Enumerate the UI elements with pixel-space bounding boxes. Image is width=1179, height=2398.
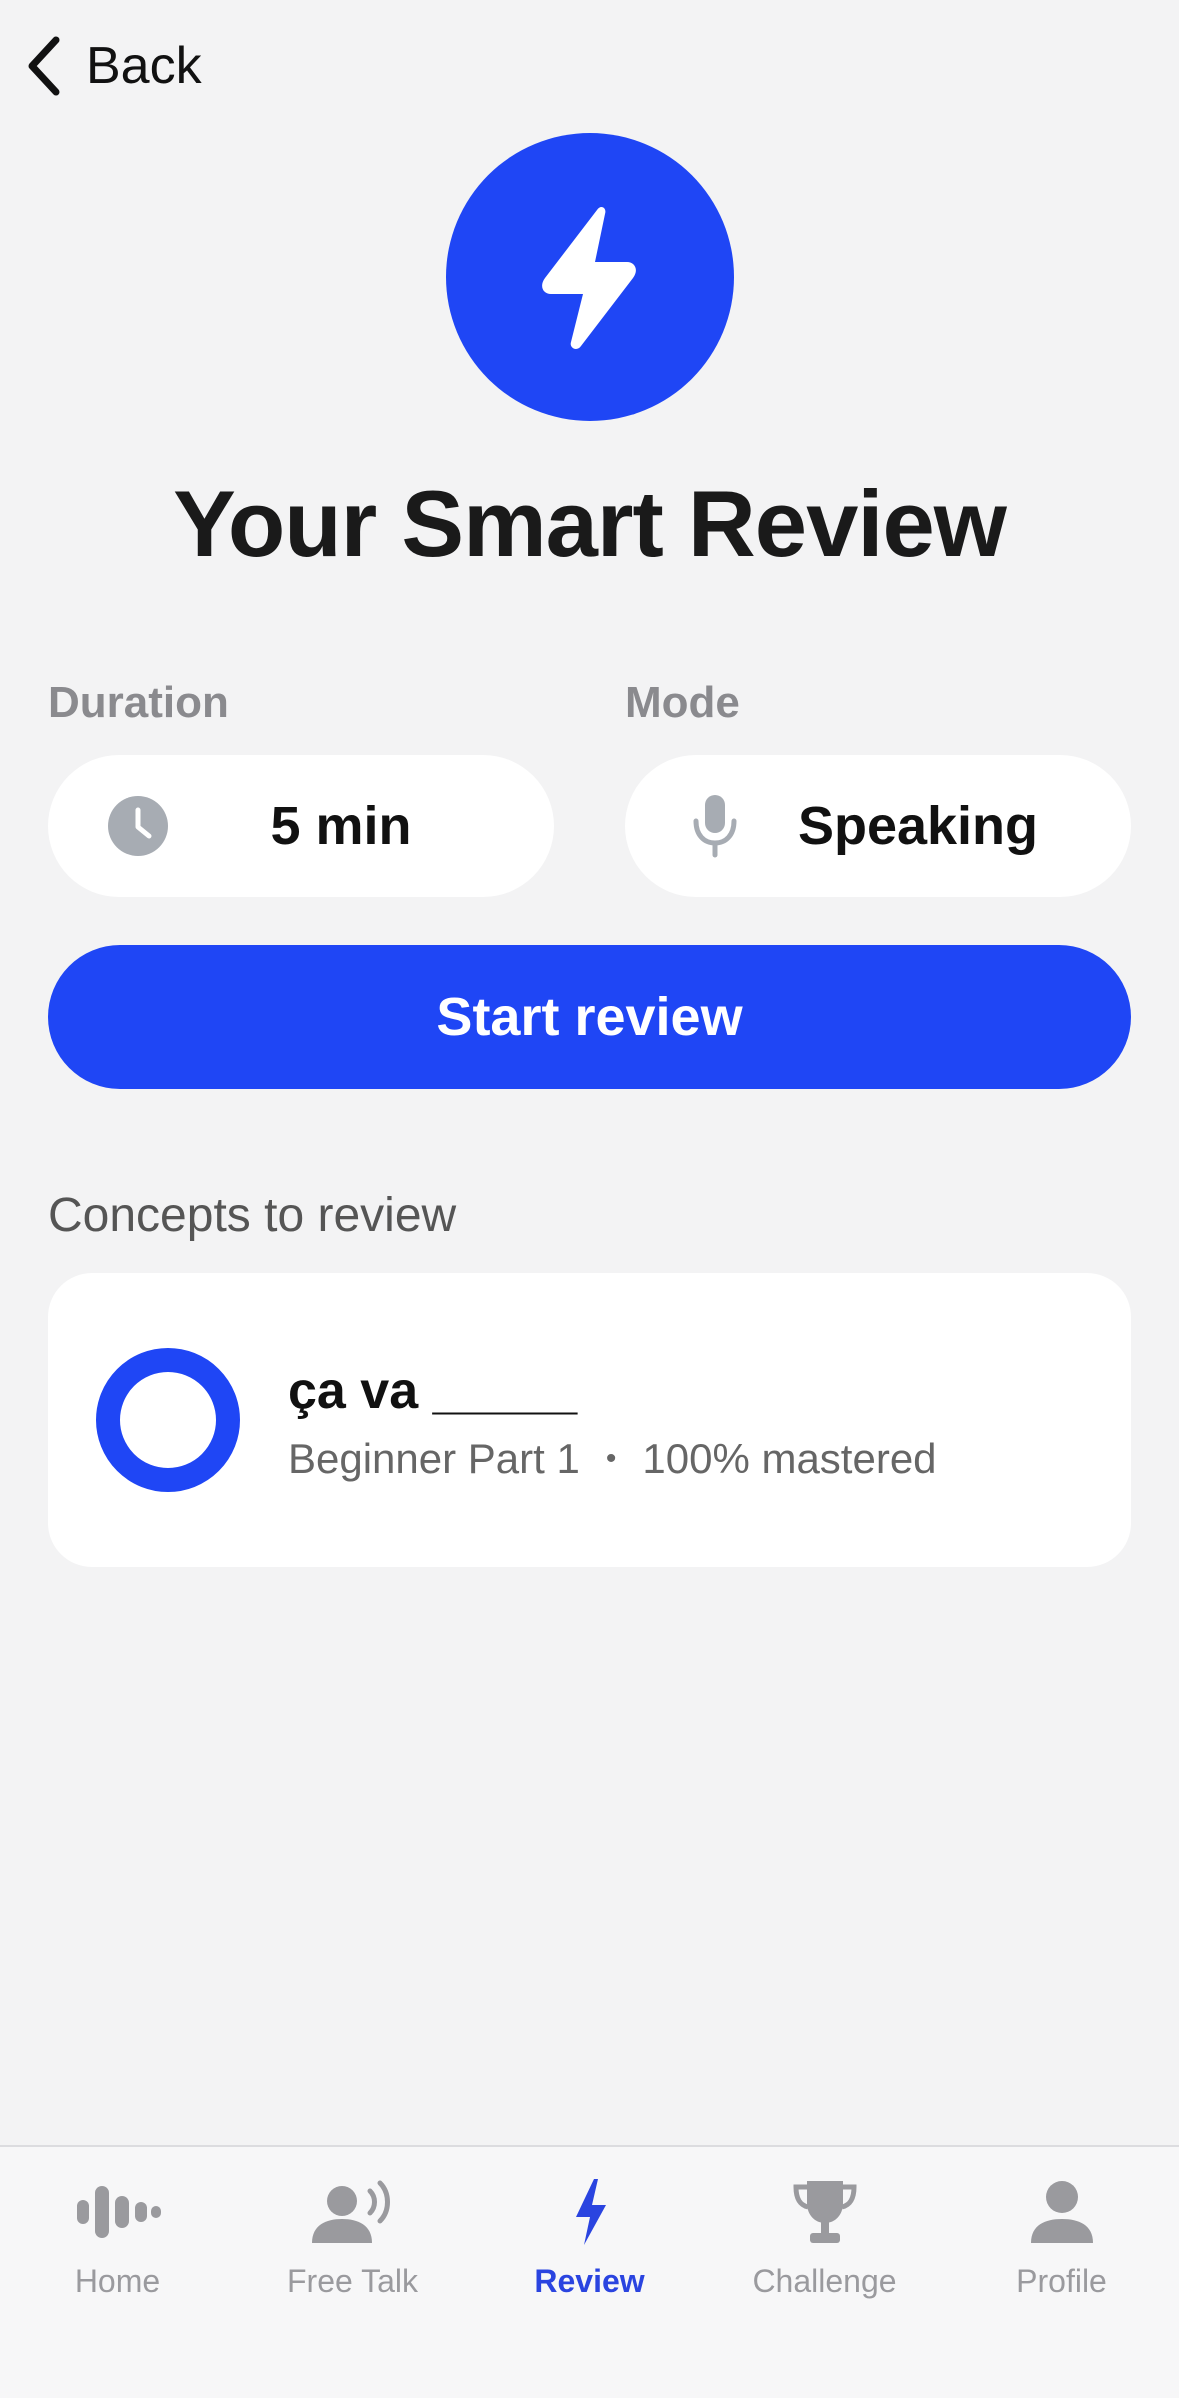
concept-level: Beginner Part 1 — [288, 1435, 580, 1482]
tab-label: Profile — [1016, 2263, 1107, 2299]
waveform-icon — [68, 2167, 168, 2257]
microphone-icon — [685, 795, 745, 858]
concept-card[interactable]: ça va _____ Beginner Part 1 • 100% maste… — [48, 1273, 1131, 1567]
person-icon — [1012, 2167, 1112, 2257]
duration-value: 5 min — [270, 796, 412, 856]
concept-title: ça va _____ — [288, 1362, 578, 1420]
mastery-ring-icon — [96, 1348, 240, 1492]
person-speaking-icon — [303, 2167, 403, 2257]
chevron-left-icon — [28, 36, 60, 96]
tab-label: Free Talk — [286, 2263, 418, 2299]
tab-profile[interactable]: Profile — [944, 2147, 1179, 2307]
tab-challenge[interactable]: Challenge — [707, 2147, 942, 2307]
tab-home[interactable]: Home — [0, 2147, 235, 2307]
back-label: Back — [86, 37, 202, 95]
mode-value: Speaking — [797, 796, 1039, 856]
tab-label: Home — [74, 2263, 161, 2299]
concept-mastery: 100% mastered — [642, 1435, 937, 1482]
tab-bar: Home Free Talk Review Challenge Profile — [0, 2145, 1179, 2398]
lightning-bolt-icon — [446, 133, 734, 421]
clock-icon — [108, 796, 168, 856]
tab-label: Review — [534, 2263, 645, 2299]
mode-selector[interactable]: Speaking — [625, 755, 1131, 897]
trophy-icon — [775, 2167, 875, 2257]
start-review-button[interactable]: Start review — [48, 945, 1131, 1089]
duration-selector[interactable]: 5 min — [48, 755, 554, 897]
mode-label: Mode — [625, 678, 740, 727]
back-button[interactable]: Back — [24, 34, 202, 98]
page-title: Your Smart Review — [173, 471, 1007, 576]
concepts-heading: Concepts to review — [48, 1189, 457, 1242]
tab-label: Challenge — [752, 2263, 897, 2299]
concept-meta: Beginner Part 1 • 100% mastered — [288, 1435, 937, 1483]
tab-free-talk[interactable]: Free Talk — [235, 2147, 470, 2307]
meta-separator: • — [605, 1442, 617, 1475]
lightning-bolt-icon — [540, 2167, 640, 2257]
tab-review[interactable]: Review — [472, 2147, 707, 2307]
duration-label: Duration — [48, 678, 229, 727]
